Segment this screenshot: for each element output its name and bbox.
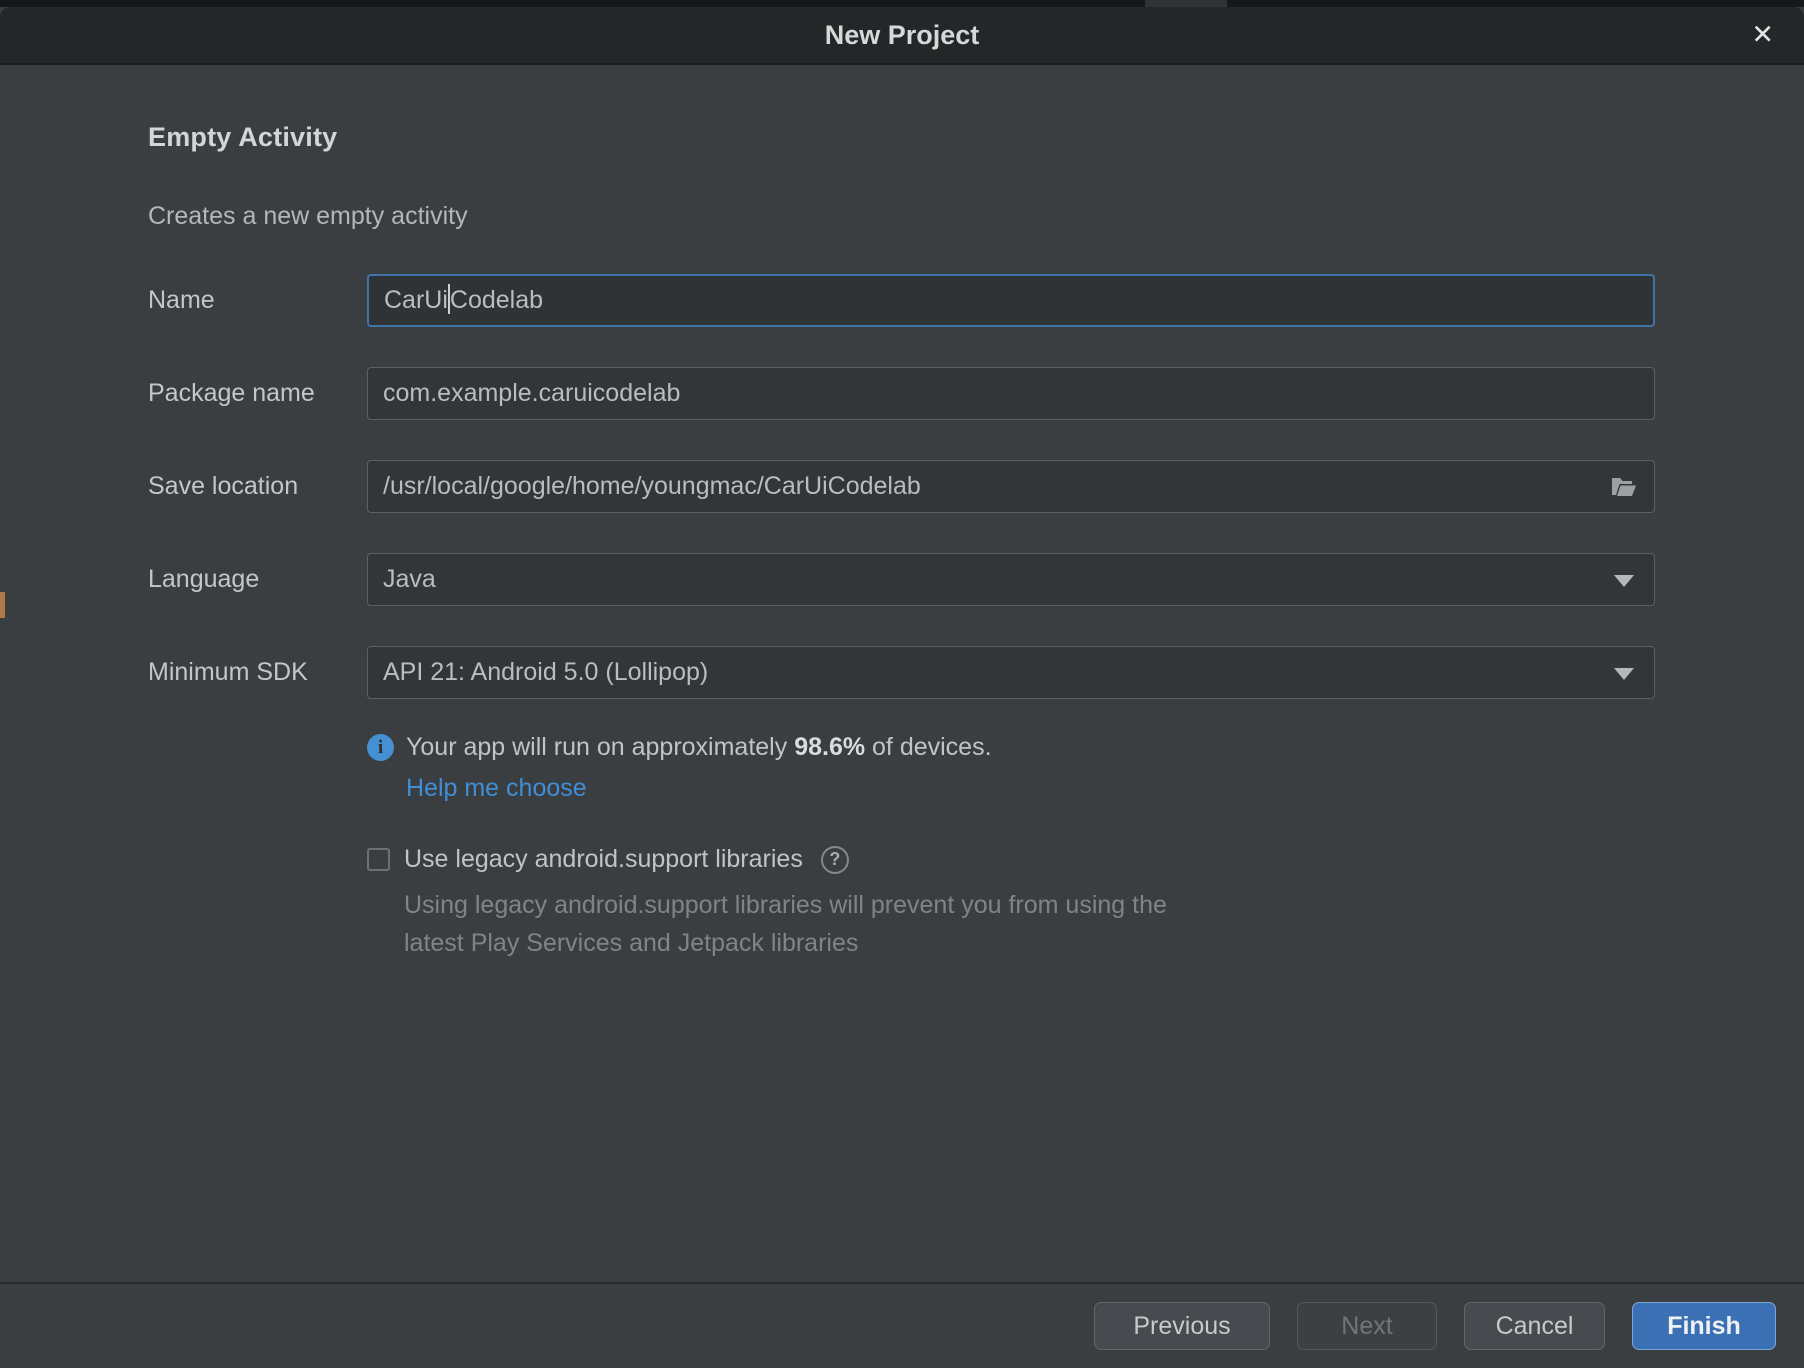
background-artifact <box>0 592 5 618</box>
package-input[interactable]: com.example.caruicodelab <box>367 367 1655 420</box>
sdk-coverage-text: Your app will run on approximately 98.6%… <box>406 733 992 762</box>
sdk-coverage-text-before: Your app will run on approximately <box>406 733 794 761</box>
min-sdk-label: Minimum SDK <box>148 658 367 687</box>
min-sdk-value: API 21: Android 5.0 (Lollipop) <box>383 658 708 687</box>
legacy-checkbox[interactable] <box>367 848 390 871</box>
save-location-row: Save location /usr/local/google/home/you… <box>148 460 1655 513</box>
chevron-down-icon <box>1614 667 1634 679</box>
screen-background-strip <box>0 0 1804 7</box>
legacy-checkbox-label: Use legacy android.support libraries <box>404 845 803 874</box>
min-sdk-row: Minimum SDK API 21: Android 5.0 (Lollipo… <box>148 646 1655 699</box>
package-label: Package name <box>148 379 367 408</box>
language-label: Language <box>148 565 367 594</box>
name-input[interactable]: CarUiCodelab <box>367 274 1655 327</box>
help-me-choose-link[interactable]: Help me choose <box>406 774 587 803</box>
name-label: Name <box>148 286 367 315</box>
page-title: Empty Activity <box>148 122 1655 153</box>
save-location-label: Save location <box>148 472 367 501</box>
name-row: Name CarUiCodelab <box>148 274 1655 327</box>
legacy-libraries-section: Use legacy android.support libraries ? U… <box>367 845 1655 962</box>
language-value: Java <box>383 565 436 594</box>
dialog-titlebar: New Project ✕ <box>0 7 1804 65</box>
name-value-before-caret: CarUi <box>384 286 448 315</box>
finish-button[interactable]: Finish <box>1632 1302 1776 1350</box>
dialog-content: Empty Activity Creates a new empty activ… <box>0 65 1804 1282</box>
new-project-dialog: New Project ✕ Empty Activity Creates a n… <box>0 0 1804 1368</box>
sdk-coverage-percent: 98.6% <box>794 733 865 761</box>
sdk-coverage-line: i Your app will run on approximately 98.… <box>367 733 1655 762</box>
legacy-checkbox-row: Use legacy android.support libraries ? <box>367 845 1655 874</box>
language-select[interactable]: Java <box>367 553 1655 606</box>
next-button[interactable]: Next <box>1297 1302 1437 1350</box>
new-project-form: Name CarUiCodelab Package name com.examp… <box>148 274 1655 699</box>
background-window-notch <box>1145 0 1227 7</box>
save-location-value: /usr/local/google/home/youngmac/CarUiCod… <box>383 472 921 501</box>
dialog-title: New Project <box>825 20 980 51</box>
package-row: Package name com.example.caruicodelab <box>148 367 1655 420</box>
chevron-down-icon <box>1614 574 1634 586</box>
dialog-button-bar: Previous Next Cancel Finish <box>0 1282 1804 1368</box>
help-question-icon[interactable]: ? <box>821 846 849 874</box>
close-icon[interactable]: ✕ <box>1743 18 1782 53</box>
previous-button[interactable]: Previous <box>1094 1302 1270 1350</box>
cancel-button[interactable]: Cancel <box>1464 1302 1605 1350</box>
page-subtitle: Creates a new empty activity <box>148 202 1655 231</box>
min-sdk-select[interactable]: API 21: Android 5.0 (Lollipop) <box>367 646 1655 699</box>
package-value: com.example.caruicodelab <box>383 379 680 408</box>
language-row: Language Java <box>148 553 1655 606</box>
save-location-input[interactable]: /usr/local/google/home/youngmac/CarUiCod… <box>367 460 1655 513</box>
legacy-note-text: Using legacy android.support libraries w… <box>404 886 1204 962</box>
folder-browse-icon[interactable] <box>1610 475 1638 499</box>
info-icon: i <box>367 734 394 761</box>
sdk-coverage-info: i Your app will run on approximately 98.… <box>367 733 1655 803</box>
sdk-coverage-text-after: of devices. <box>865 733 991 761</box>
name-value-after-caret: Codelab <box>450 286 543 315</box>
